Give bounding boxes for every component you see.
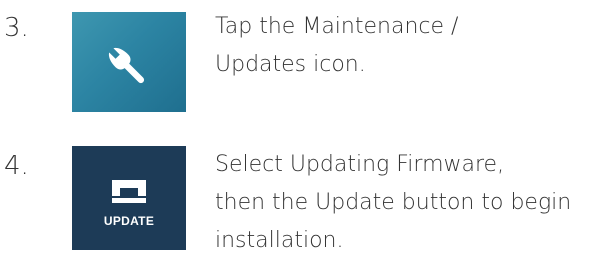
instruction-line: then the Update button to begin [215,190,572,215]
instruction-line: installation. [215,228,344,253]
update-button-tile[interactable]: UPDATE [72,146,186,250]
step-4-instruction: Select Updating Firmware, then the Updat… [215,146,610,260]
step-number: 3. [4,13,29,43]
step-number: 4. [4,151,29,181]
maintenance-updates-tile[interactable] [72,12,186,112]
wrench-icon [108,47,145,84]
step-4: 4. UPDATE Select Updating Firmware, then… [0,138,613,253]
instruction-line: Updates icon. [215,52,366,77]
instruction-line: Tap the Maintenance / [215,14,459,39]
sewing-machine-icon [112,180,146,203]
instruction-line: Select Updating Firmware, [215,152,505,177]
update-label: UPDATE [103,214,155,228]
step-3: 3. Tap the Maintenance / Updates icon. [0,0,613,112]
step-3-instruction: Tap the Maintenance / Updates icon. [215,8,610,84]
